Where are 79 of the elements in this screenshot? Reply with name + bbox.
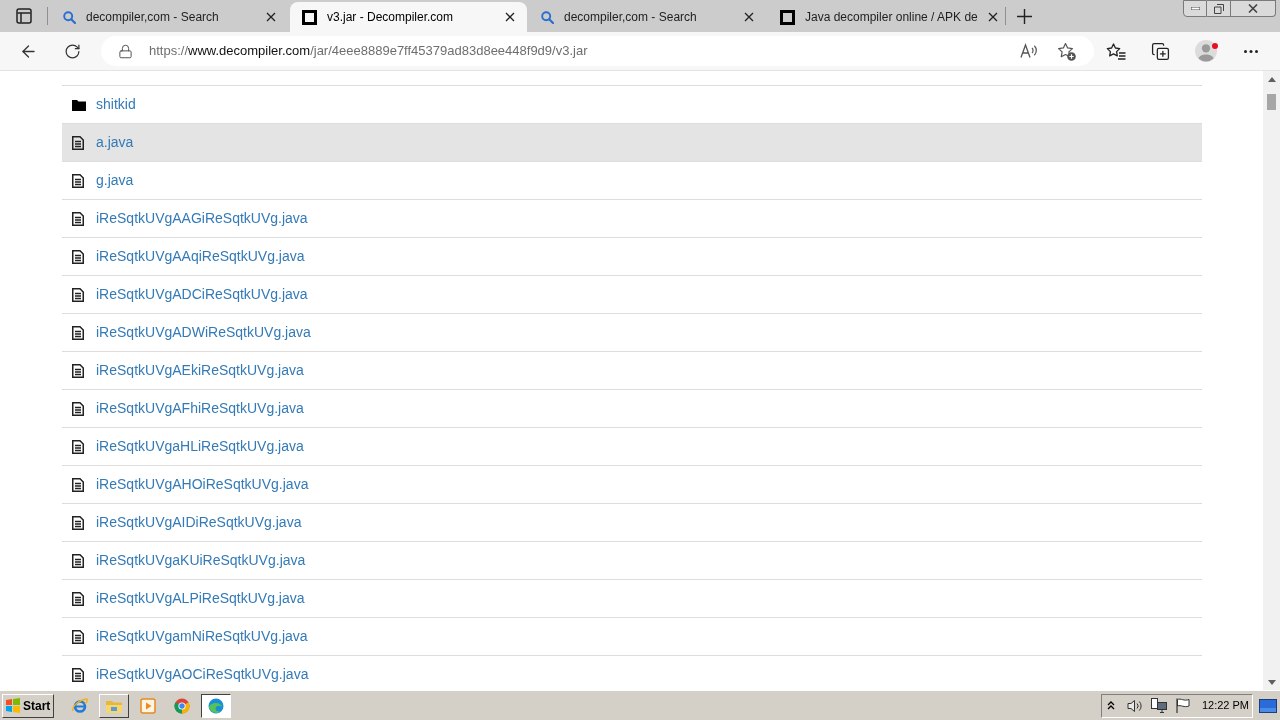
close-icon <box>1248 4 1258 13</box>
file-icon <box>72 515 84 530</box>
minimize-button[interactable] <box>1183 0 1207 17</box>
read-aloud-icon <box>1020 43 1038 59</box>
file-icon <box>72 135 84 150</box>
play-icon <box>140 697 156 714</box>
file-icon <box>72 287 84 302</box>
file-icon <box>72 325 84 340</box>
file-link[interactable]: iReSqtkUVgAAqiReSqtkUVg.java <box>96 246 305 267</box>
browser-tab[interactable]: decompiler,com - Search <box>51 2 288 32</box>
file-link[interactable]: iReSqtkUVgAFhiReSqtkUVg.java <box>96 398 304 419</box>
file-icon <box>72 401 84 416</box>
up-arrow-icon <box>1267 77 1276 82</box>
folder-icon <box>72 98 86 111</box>
file-icon <box>72 591 84 606</box>
file-link[interactable]: iReSqtkUVgALPiReSqtkUVg.java <box>96 588 305 609</box>
scrollbar-thumb[interactable] <box>1267 94 1276 110</box>
star-list-icon <box>1106 42 1126 60</box>
file-icon <box>72 173 84 188</box>
network-icon <box>1150 698 1167 713</box>
minimize-icon <box>1190 7 1200 10</box>
file-icon <box>72 629 84 644</box>
e-logo-icon <box>71 696 89 715</box>
close-icon <box>505 12 515 22</box>
speaker-icon <box>1126 698 1143 713</box>
start-button[interactable]: Start <box>2 693 54 718</box>
close-icon <box>266 12 276 22</box>
file-link[interactable]: iReSqtkUVgAAGiReSqtkUVg.java <box>96 208 308 229</box>
clock-text: 12:22 PM <box>1201 698 1249 714</box>
plus-icon <box>1016 8 1032 24</box>
scrollbar[interactable] <box>1263 71 1280 690</box>
file-icon <box>72 211 84 226</box>
browser-tab[interactable]: decompiler,com - Search <box>529 2 766 32</box>
file-link[interactable]: iReSqtkUVgamNiReSqtkUVg.java <box>96 626 308 647</box>
file-link[interactable]: iReSqtkUVgAHOiReSqtkUVg.java <box>96 474 309 495</box>
file-link[interactable]: iReSqtkUVgADCiReSqtkUVg.java <box>96 284 308 305</box>
file-link[interactable]: shitkid <box>96 94 136 115</box>
search-icon <box>541 10 554 24</box>
windows-flag-icon <box>5 698 21 713</box>
desktop-icon <box>1259 698 1277 713</box>
file-icon <box>72 667 84 682</box>
down-arrow-icon <box>1267 680 1276 685</box>
file-link[interactable]: iReSqtkUVgAIDiReSqtkUVg.java <box>96 512 302 533</box>
square-logo-icon <box>302 9 317 25</box>
collections-icon <box>1150 41 1170 61</box>
file-link[interactable]: iReSqtkUVgADWiReSqtkUVg.java <box>96 322 311 343</box>
close-icon <box>744 12 754 22</box>
avatar-icon <box>1195 40 1217 62</box>
file-icon <box>72 249 84 264</box>
file-link[interactable]: a.java <box>96 132 134 153</box>
tab-actions-icon <box>15 8 32 24</box>
close-window-button[interactable] <box>1231 0 1276 17</box>
file-link[interactable]: iReSqtkUVgAEkiReSqtkUVg.java <box>96 360 304 381</box>
more-icon <box>1244 49 1258 53</box>
chevron-up-icon <box>1106 701 1115 710</box>
file-link[interactable]: g.java <box>96 170 134 191</box>
star-plus-icon <box>1056 41 1076 61</box>
flag-icon <box>1175 698 1190 713</box>
square-logo-icon <box>780 9 795 25</box>
lock-icon <box>118 43 133 59</box>
file-link[interactable]: iReSqtkUVgAOCiReSqtkUVg.java <box>96 664 309 685</box>
browser-tab[interactable]: Java decompiler online / APK de <box>768 2 1005 32</box>
file-icon <box>72 439 84 454</box>
browser-tab[interactable]: v3.jar - Decompiler.com <box>290 2 527 32</box>
edge-icon <box>208 697 224 714</box>
file-icon <box>72 477 84 492</box>
file-link[interactable]: iReSqtkUVgaKUiReSqtkUVg.java <box>96 550 306 571</box>
file-link[interactable]: iReSqtkUVgaHLiReSqtkUVg.java <box>96 436 304 457</box>
search-icon <box>63 10 76 24</box>
file-icon <box>72 553 84 568</box>
taskbar-app-button[interactable] <box>201 693 231 718</box>
chrome-icon <box>174 697 190 714</box>
restore-button[interactable] <box>1207 0 1231 17</box>
address-field[interactable]: https://www.decompiler.com/jar/4eee8889e7ff45379ad83d8ee448f9d9/v3.jar <box>101 36 1094 66</box>
url-text: https://www.decompiler.com/jar/4eee8889e7ff45379ad83d8ee448f9d9/v3.jar <box>149 42 588 61</box>
file-icon <box>72 363 84 378</box>
restore-icon <box>1213 3 1224 14</box>
refresh-icon <box>63 42 81 60</box>
close-icon <box>987 12 998 22</box>
